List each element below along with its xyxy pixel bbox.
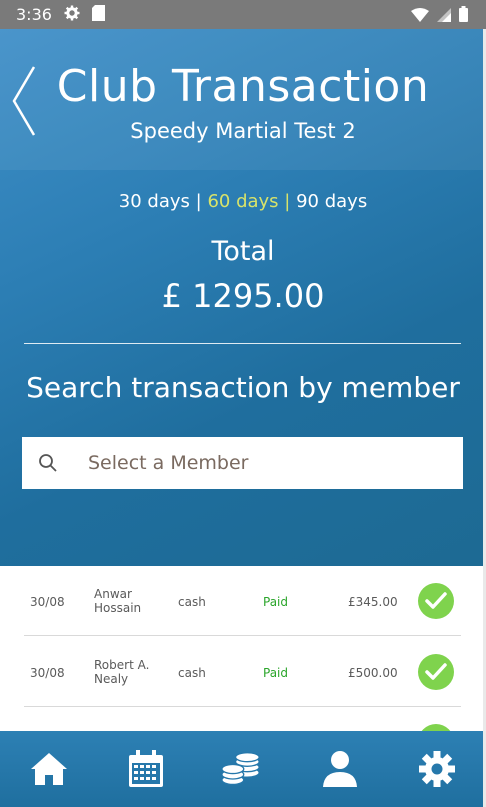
paid-check-icon xyxy=(418,654,454,690)
transaction-member: Anwar Hossain xyxy=(94,587,142,615)
signal-icon xyxy=(437,7,451,26)
transaction-method: cash xyxy=(178,666,206,680)
transaction-status: Paid xyxy=(263,666,289,680)
period-separator: | xyxy=(278,191,297,212)
member-search-input[interactable] xyxy=(86,451,430,475)
period-60-days[interactable]: 60 days xyxy=(207,191,278,212)
transaction-status: Paid xyxy=(263,595,289,609)
search-heading: Search transaction by member xyxy=(26,371,460,404)
home-icon[interactable] xyxy=(29,749,69,789)
calendar-icon[interactable] xyxy=(126,749,166,789)
transaction-member: Robert A. Nealy xyxy=(94,658,150,686)
period-90-days[interactable]: 90 days xyxy=(296,191,367,212)
transaction-date: 30/08 xyxy=(30,666,65,680)
club-name: Speedy Martial Test 2 xyxy=(130,119,356,143)
period-separator: | xyxy=(189,191,208,212)
status-bar: 3:36 xyxy=(0,0,486,29)
sd-card-icon xyxy=(91,4,105,25)
period-30-days[interactable]: 30 days xyxy=(119,191,190,212)
settings-notification-icon xyxy=(64,5,80,25)
status-time: 3:36 xyxy=(16,5,52,24)
gear-icon[interactable] xyxy=(417,749,457,789)
bottom-tab-bar xyxy=(0,731,486,807)
coins-icon[interactable] xyxy=(221,749,261,789)
transaction-date: 30/08 xyxy=(30,595,65,609)
transaction-method: cash xyxy=(178,595,206,609)
header-panel: Club Transaction Speedy Martial Test 2 3… xyxy=(0,29,486,566)
transaction-amount: £500.00 xyxy=(348,666,398,680)
paid-check-icon xyxy=(418,724,454,731)
period-selector: 30 days | 60 days | 90 days xyxy=(0,191,486,212)
total-label: Total xyxy=(211,236,275,267)
paid-check-icon xyxy=(418,583,454,619)
row-divider xyxy=(24,635,461,636)
user-icon[interactable] xyxy=(320,749,360,789)
search-icon xyxy=(38,453,58,473)
total-amount: £ 1295.00 xyxy=(161,277,325,315)
transaction-row[interactable]: 30/08 Anwar Hossain cash Paid £345.00 xyxy=(0,566,486,636)
transaction-list: 30/08 Anwar Hossain cash Paid £345.00 30… xyxy=(0,566,486,731)
row-divider xyxy=(24,706,461,707)
divider xyxy=(24,343,461,344)
page-title: Club Transaction xyxy=(56,61,430,112)
transaction-row[interactable]: 30/08 Robert A. Nealy cash Paid £500.00 xyxy=(0,637,486,707)
wifi-icon xyxy=(411,7,429,26)
transaction-amount: £345.00 xyxy=(348,595,398,609)
member-search-box[interactable] xyxy=(22,437,463,489)
battery-icon xyxy=(459,6,468,26)
